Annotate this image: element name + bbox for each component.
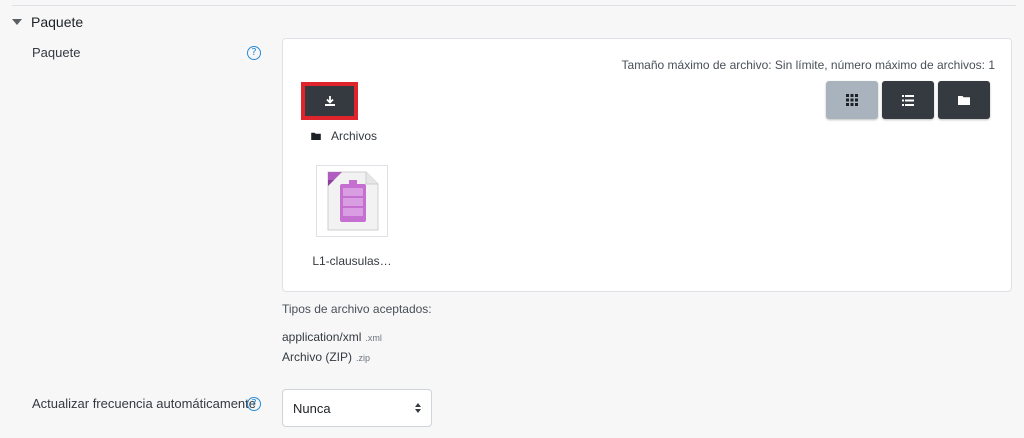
file-thumbnail	[316, 165, 388, 237]
folder-icon	[958, 96, 970, 105]
xml-file-icon	[327, 171, 379, 231]
path-label: Archivos	[331, 129, 378, 143]
update-frequency-select[interactable]: Nunca	[282, 389, 432, 427]
file-name: L1-clausulas…	[312, 254, 392, 268]
accepted-type-item: application/xml .xml	[282, 330, 382, 344]
path-breadcrumb[interactable]: Archivos	[311, 129, 377, 143]
view-list-button[interactable]	[882, 81, 934, 119]
folder-icon	[311, 132, 321, 140]
view-grid-button[interactable]	[826, 81, 878, 119]
help-icon[interactable]: ?	[247, 397, 261, 411]
help-icon[interactable]: ?	[247, 46, 261, 60]
top-divider	[12, 5, 1016, 6]
download-icon	[324, 96, 335, 106]
accepted-type-item: Archivo (ZIP) .zip	[282, 350, 370, 364]
accepted-types-title: Tipos de archivo aceptados:	[282, 302, 432, 316]
file-item[interactable]: L1-clausulas…	[305, 165, 399, 268]
upload-button[interactable]	[305, 86, 354, 116]
accepted-type-ext: .zip	[356, 353, 371, 363]
view-tree-button[interactable]	[938, 81, 990, 119]
list-icon	[902, 94, 914, 106]
select-value: Nunca	[293, 400, 331, 416]
file-limits-text: Tamaño máximo de archivo: Sin límite, nú…	[621, 58, 995, 72]
accepted-type-name: Archivo (ZIP)	[282, 350, 353, 364]
select-arrows-icon	[415, 403, 421, 413]
upload-button-highlight	[301, 82, 358, 120]
accepted-type-name: application/xml	[282, 330, 362, 344]
package-label: Paquete	[32, 45, 81, 60]
section-title: Paquete	[31, 14, 84, 30]
view-mode-toolbar	[826, 81, 990, 119]
grid-icon	[846, 94, 858, 106]
caret-down-icon	[12, 19, 22, 25]
section-toggle-paquete[interactable]: Paquete	[12, 12, 83, 32]
file-manager: Tamaño máximo de archivo: Sin límite, nú…	[282, 38, 1012, 292]
accepted-type-ext: .xml	[365, 333, 382, 343]
update-frequency-label: Actualizar frecuencia automáticamente	[32, 396, 257, 411]
